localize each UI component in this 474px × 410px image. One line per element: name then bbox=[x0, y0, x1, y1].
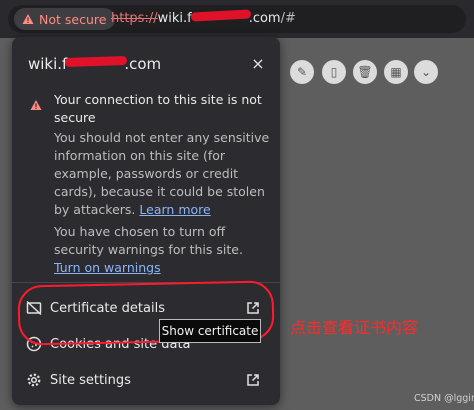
trash-icon[interactable]: 🗑 bbox=[353, 60, 377, 84]
site-settings-label: Site settings bbox=[50, 372, 131, 388]
url-text[interactable]: https://wiki.f .com/# bbox=[111, 9, 296, 26]
browser-toolbar: Not secure https://wiki.f .com/# bbox=[0, 0, 474, 38]
external-link-icon[interactable] bbox=[246, 373, 260, 387]
editor-icon-1[interactable]: ✎ bbox=[290, 60, 314, 84]
redaction-mark bbox=[190, 9, 251, 22]
site-settings-row[interactable]: Site settings bbox=[12, 363, 280, 397]
chevron-down-icon[interactable]: ⌄ bbox=[414, 60, 438, 84]
site-prefix: wiki.f bbox=[28, 55, 68, 73]
warnings-off-body: You have chosen to turn off security war… bbox=[54, 224, 243, 257]
warning-title: Your connection to this site is not secu… bbox=[54, 92, 262, 125]
not-secure-label: Not secure bbox=[39, 11, 107, 27]
site-info-popup: wiki.f .com × Your connection to this sit… bbox=[12, 37, 280, 405]
editor-icon-2[interactable]: ▯ bbox=[322, 60, 346, 84]
url-host-prefix: wiki.f bbox=[157, 11, 192, 26]
learn-more-link[interactable]: Learn more bbox=[139, 202, 210, 217]
site-suffix: .com bbox=[124, 55, 162, 73]
address-bar[interactable]: Not secure https://wiki.f .com/# bbox=[8, 5, 466, 33]
close-icon[interactable]: × bbox=[248, 54, 268, 74]
url-scheme: https:// bbox=[111, 11, 158, 26]
url-host-suffix: .com bbox=[248, 11, 281, 26]
warnings-off-text: You have chosen to turn off security war… bbox=[54, 223, 270, 277]
gear-icon bbox=[27, 373, 41, 387]
calendar-icon[interactable]: ▦ bbox=[384, 60, 408, 84]
turn-on-warnings-link[interactable]: Turn on warnings bbox=[54, 260, 161, 275]
url-path: /# bbox=[280, 11, 296, 26]
annotation-note: 点击查看证书内容 bbox=[290, 318, 419, 337]
show-certificate-tooltip: Show certificate bbox=[159, 319, 261, 343]
not-secure-chip[interactable]: Not secure bbox=[14, 8, 116, 30]
warning-body: You should not enter any sensitive infor… bbox=[54, 129, 270, 219]
redaction-mark bbox=[65, 55, 128, 68]
site-title: wiki.f .com bbox=[28, 55, 161, 73]
watermark: CSDN @lggirls bbox=[414, 393, 474, 404]
warning-triangle-icon bbox=[22, 14, 34, 24]
warning-triangle-icon bbox=[30, 100, 42, 110]
